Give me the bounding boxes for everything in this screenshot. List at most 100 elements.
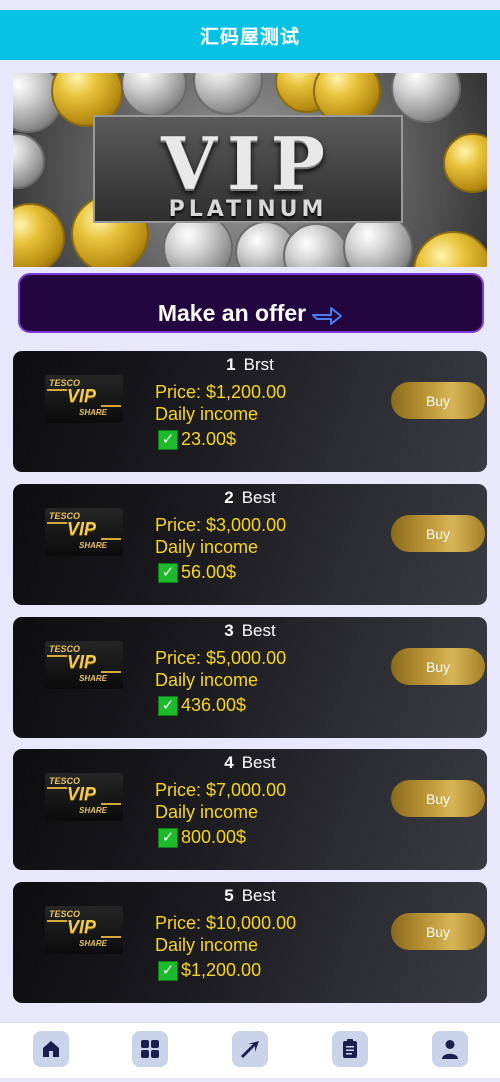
product-title: 2 Best	[13, 488, 487, 508]
logo-stripe	[101, 538, 121, 540]
daily-income-label: Daily income	[155, 670, 259, 690]
buy-button[interactable]: Buy	[391, 913, 485, 950]
logo-stripe	[101, 803, 121, 805]
product-price: Price: $3,000.00	[155, 515, 287, 535]
vip-banner: VIP PLATINUM	[13, 73, 487, 267]
daily-income-value: 56.00$	[181, 562, 237, 582]
check-icon: ✓	[158, 827, 178, 848]
logo-stripe	[47, 655, 67, 657]
product-title: 5 Best	[13, 886, 487, 906]
banner-headline: VIP	[161, 121, 335, 206]
daily-income-label: Daily income	[155, 404, 259, 424]
bottom-tab-bar	[0, 1022, 500, 1078]
tab-records[interactable]	[332, 1031, 368, 1067]
buy-button[interactable]: Buy	[391, 648, 485, 685]
top-strip	[0, 0, 500, 10]
logo-text: VIP	[67, 784, 97, 804]
buy-button[interactable]: Buy	[391, 515, 485, 552]
product-number: 5	[224, 886, 234, 905]
logo-text: SHARE	[79, 674, 108, 683]
logo-text: VIP	[67, 386, 97, 406]
logo-text: SHARE	[79, 408, 108, 417]
tab-home[interactable]	[33, 1031, 69, 1067]
product-card: TESCO VIP SHARE 5 Best Price: $10,000.00 …	[13, 882, 487, 1003]
coin-decoration	[283, 223, 349, 267]
logo-text: VIP	[67, 917, 97, 937]
logo-stripe	[47, 787, 67, 789]
daily-income: ✓ 56.00$	[158, 562, 236, 583]
coin-decoration	[413, 231, 487, 267]
daily-income-value: 800.00$	[181, 827, 247, 847]
coin-decoration	[443, 133, 487, 193]
banner-subline: PLATINUM	[168, 197, 328, 222]
logo-stripe	[47, 389, 67, 391]
coin-decoration	[13, 203, 65, 267]
product-price: Price: $7,000.00	[155, 780, 287, 800]
product-tag: Best	[241, 753, 276, 772]
tab-profile[interactable]	[432, 1031, 468, 1067]
logo-text: SHARE	[79, 939, 108, 948]
check-icon: ✓	[158, 562, 178, 583]
daily-income-label: Daily income	[155, 935, 259, 955]
daily-income-value: 436.00$	[181, 695, 247, 715]
coin-decoration	[13, 133, 45, 189]
tab-share[interactable]	[232, 1031, 268, 1067]
tesco-vip-share-logo: TESCO VIP SHARE	[45, 375, 123, 423]
daily-income: ✓ $1,200.00	[158, 960, 261, 981]
home-icon	[43, 1041, 59, 1057]
logo-text: VIP	[67, 519, 97, 539]
check-icon: ✓	[158, 960, 178, 981]
make-offer-button[interactable]: Make an offer	[18, 273, 484, 333]
check-icon: ✓	[158, 429, 178, 450]
share-arrow-icon	[241, 1041, 259, 1058]
logo-stripe	[101, 671, 121, 673]
product-number: 2	[224, 488, 234, 507]
buy-button[interactable]: Buy	[391, 382, 485, 419]
page-title: 汇码屋测试	[199, 25, 300, 48]
daily-income-value: 23.00$	[181, 429, 237, 449]
daily-income: ✓ 23.00$	[158, 429, 236, 450]
product-tag: Best	[241, 488, 276, 507]
tesco-vip-share-logo: TESCO VIP SHARE	[45, 773, 123, 821]
tab-products[interactable]	[132, 1031, 168, 1067]
vip-plate: VIP PLATINUM	[93, 115, 403, 223]
tesco-vip-share-logo: TESCO VIP SHARE	[45, 641, 123, 689]
logo-stripe	[47, 522, 67, 524]
daily-income: ✓ 800.00$	[158, 827, 246, 848]
product-price: Price: $5,000.00	[155, 648, 287, 668]
product-price: Price: $10,000.00	[155, 913, 297, 933]
logo-text: SHARE	[79, 541, 108, 550]
logo-stripe	[101, 936, 121, 938]
logo-stripe	[47, 920, 67, 922]
product-price: Price: $1,200.00	[155, 382, 287, 402]
tesco-vip-share-logo: TESCO VIP SHARE	[45, 508, 123, 556]
buy-button[interactable]: Buy	[391, 780, 485, 817]
product-card: TESCO VIP SHARE 3 Best Price: $5,000.00 D…	[13, 617, 487, 738]
share-arrow-icon	[312, 307, 343, 325]
daily-income-value: $1,200.00	[181, 960, 262, 980]
app-header: 汇码屋测试	[0, 10, 500, 60]
product-title: 3 Best	[13, 621, 487, 641]
tesco-vip-share-logo: TESCO VIP SHARE	[45, 906, 123, 954]
make-offer-label: Make an offer	[157, 300, 307, 326]
check-icon: ✓	[158, 695, 178, 716]
product-tag: Best	[241, 886, 276, 905]
user-icon	[442, 1040, 458, 1059]
daily-income-label: Daily income	[155, 537, 259, 557]
clipboard-icon	[343, 1039, 357, 1058]
daily-income: ✓ 436.00$	[158, 695, 246, 716]
grid-icon	[141, 1040, 159, 1058]
bottom-strip	[0, 1078, 500, 1082]
logo-text: VIP	[67, 652, 97, 672]
product-number: 4	[224, 753, 234, 772]
product-card: TESCO VIP SHARE 4 Best Price: $7,000.00 D…	[13, 749, 487, 870]
product-number: 3	[224, 621, 234, 640]
product-tag: Best	[241, 621, 276, 640]
product-card: TESCO VIP SHARE 2 Best Price: $3,000.00 D…	[13, 484, 487, 605]
coin-decoration	[193, 73, 263, 115]
product-number: 1	[226, 355, 236, 374]
product-tag: Brst	[243, 355, 274, 374]
product-title: 4 Best	[13, 753, 487, 773]
product-card: TESCO VIP SHARE 1 Brst Price: $1,200.00 D…	[13, 351, 487, 472]
logo-text: SHARE	[79, 806, 108, 815]
